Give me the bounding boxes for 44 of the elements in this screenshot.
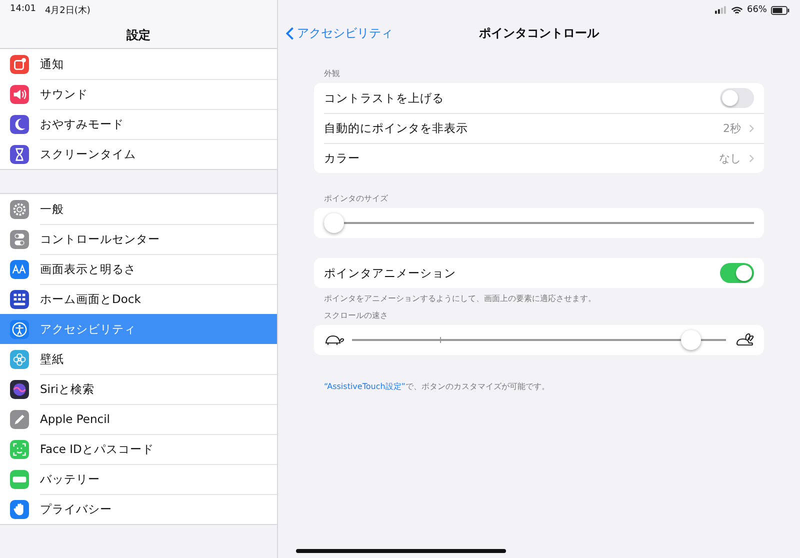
setting-label: 自動的にポインタを非表示 <box>324 120 469 136</box>
chevron-icon <box>749 154 754 162</box>
back-chevron-icon <box>286 26 294 40</box>
toggle-switch[interactable] <box>720 88 754 108</box>
section-header: 外観 <box>323 68 341 79</box>
slider-thumb[interactable] <box>681 330 702 350</box>
sidebar-item[interactable]: Apple Pencil <box>0 404 277 434</box>
setting-value: なし <box>719 150 741 166</box>
battery-icon <box>771 6 790 14</box>
wifi-icon <box>730 6 743 14</box>
sidebar-item[interactable]: 壁紙 <box>0 344 277 374</box>
sidebar-item[interactable]: バッテリー <box>0 464 277 494</box>
setting-value: 2秒 <box>723 120 741 136</box>
slider-thumb[interactable] <box>324 213 344 233</box>
sidebar-item[interactable]: ホーム画面とDock <box>0 284 277 314</box>
battery-percentage: 66% <box>746 5 767 15</box>
status-date: 4月2日(木) <box>44 4 90 17</box>
toggle-switch[interactable] <box>720 263 754 283</box>
back-button[interactable]: アクセシビリティ <box>278 24 393 42</box>
section-footnote: ポインタをアニメーションするようにして、画面上の要素に適応させます。 <box>323 293 597 304</box>
sidebar-item[interactable]: 画面表示と明るさ <box>0 254 277 284</box>
turtle-icon <box>324 333 344 347</box>
sidebar-item[interactable]: Face IDとパスコード <box>0 434 277 464</box>
sidebar-item[interactable]: おやすみモード <box>0 109 277 139</box>
chevron-icon <box>749 124 754 132</box>
sidebar-item[interactable]: 一般 <box>0 194 277 224</box>
sidebar-item[interactable]: コントロールセンター <box>0 224 277 254</box>
section-header: ポインタのサイズ <box>323 193 389 204</box>
footnote-text: “AssistiveTouch設定”で、ボタンのカスタマイズが可能です。 <box>323 381 550 392</box>
sidebar-item[interactable]: サウンド <box>0 79 277 109</box>
sidebar-item[interactable]: スクリーンタイム <box>0 139 277 169</box>
status-time: 14:01 <box>10 4 36 16</box>
setting-label: ポインタアニメーション <box>324 266 457 280</box>
sidebar-item[interactable]: プライバシー <box>0 494 277 524</box>
section-header: スクロールの速さ <box>323 310 389 321</box>
sidebar-item[interactable]: 通知 <box>0 49 277 79</box>
setting-label: コントラストを上げる <box>324 90 445 106</box>
rabbit-icon <box>734 333 754 347</box>
sidebar-title: 設定 <box>125 27 152 44</box>
sidebar-item[interactable]: Siriと検索 <box>0 374 277 404</box>
setting-label: カラー <box>324 150 361 166</box>
signal-icon <box>714 6 727 14</box>
assistivetouch-link[interactable]: “AssistiveTouch設定” <box>324 382 406 391</box>
page-title: ポインタコントロール <box>479 24 599 42</box>
